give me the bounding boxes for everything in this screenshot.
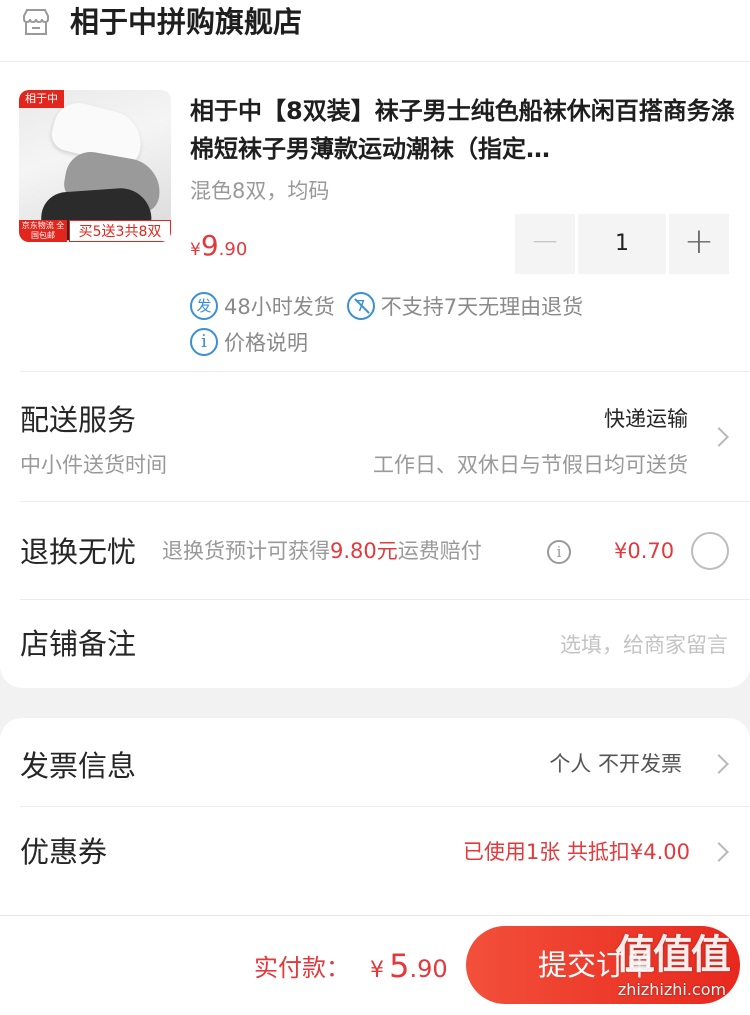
image-brand-tag: 相于中 xyxy=(19,90,64,108)
product-title[interactable]: 相于中【8双装】袜子男士纯色船袜休闲百搭商务涤棉短袜子男薄款运动潮袜（指定… xyxy=(190,92,735,168)
no-return-icon: 7 xyxy=(346,292,375,320)
invoice-label: 发票信息 xyxy=(20,749,137,783)
divider xyxy=(20,806,750,807)
price-explanation-link[interactable]: i 价格说明 xyxy=(190,327,308,357)
quantity-stepper: − 1 + xyxy=(515,214,730,274)
delivery-sub-label: 中小件送货时间 xyxy=(20,453,167,477)
image-promo-tag: 买5送3共8双 xyxy=(69,220,171,242)
return-service-checkbox[interactable] xyxy=(691,532,729,570)
pay-amount: ¥ 5.90 xyxy=(370,947,448,985)
pay-label: 实付款： xyxy=(254,954,350,982)
chevron-right-icon xyxy=(709,842,729,862)
delivery-time: 工作日、双休日与节假日均可送货 xyxy=(373,453,688,477)
info-icon: i xyxy=(190,328,218,356)
decrease-button[interactable]: − xyxy=(515,214,575,274)
store-header[interactable]: 相于中拼购旗舰店 xyxy=(0,0,750,62)
fast-ship-icon: 发 xyxy=(190,292,218,320)
divider xyxy=(20,501,750,502)
quantity-value[interactable]: 1 xyxy=(578,214,666,274)
badge-no-7day-return: 7 不支持7天无理由退货 xyxy=(346,291,583,321)
return-service-desc: 退换货预计可获得9.80元运费赔付 xyxy=(162,539,482,563)
watermark-logo: 值值值 xyxy=(615,932,731,978)
delivery-method: 快递运输 xyxy=(604,407,688,431)
watermark: 值值值 zhizhizhi.com xyxy=(596,930,748,1010)
order-card: 相于中拼购旗舰店 相于中 京东物流 全国包邮 买5送3共8双 相于中【8双装】袜… xyxy=(0,0,750,688)
chevron-right-icon xyxy=(709,427,729,447)
coupon-value: 已使用1张 共抵扣¥4.00 xyxy=(462,840,690,864)
product-price: ¥9.90 xyxy=(190,229,248,262)
service-badges: 发 48小时发货 7 不支持7天无理由退货 i 价格说明 xyxy=(190,288,735,360)
invoice-value: 个人 不开发票 xyxy=(549,752,682,776)
divider xyxy=(20,371,750,372)
product-spec: 混色8双，均码 xyxy=(190,179,330,203)
increase-button[interactable]: + xyxy=(669,214,729,274)
coupon-label: 优惠券 xyxy=(20,835,108,869)
return-service-label: 退换无忧 xyxy=(20,535,137,569)
store-icon xyxy=(23,9,49,35)
remark-label: 店铺备注 xyxy=(20,627,137,661)
watermark-url: zhizhizhi.com xyxy=(617,980,727,999)
badge-48h-shipping: 发 48小时发货 xyxy=(190,291,335,321)
remark-input[interactable]: 选填，给商家留言 xyxy=(560,630,728,660)
info-icon[interactable]: i xyxy=(547,540,571,564)
divider xyxy=(20,599,750,600)
delivery-label: 配送服务 xyxy=(20,403,137,437)
store-name: 相于中拼购旗舰店 xyxy=(70,5,303,39)
image-shipping-tag: 京东物流 全国包邮 xyxy=(19,220,67,242)
return-service-price: ¥0.70 xyxy=(614,539,675,563)
product-image[interactable]: 相于中 京东物流 全国包邮 买5送3共8双 xyxy=(19,90,171,242)
chevron-right-icon xyxy=(709,754,729,774)
